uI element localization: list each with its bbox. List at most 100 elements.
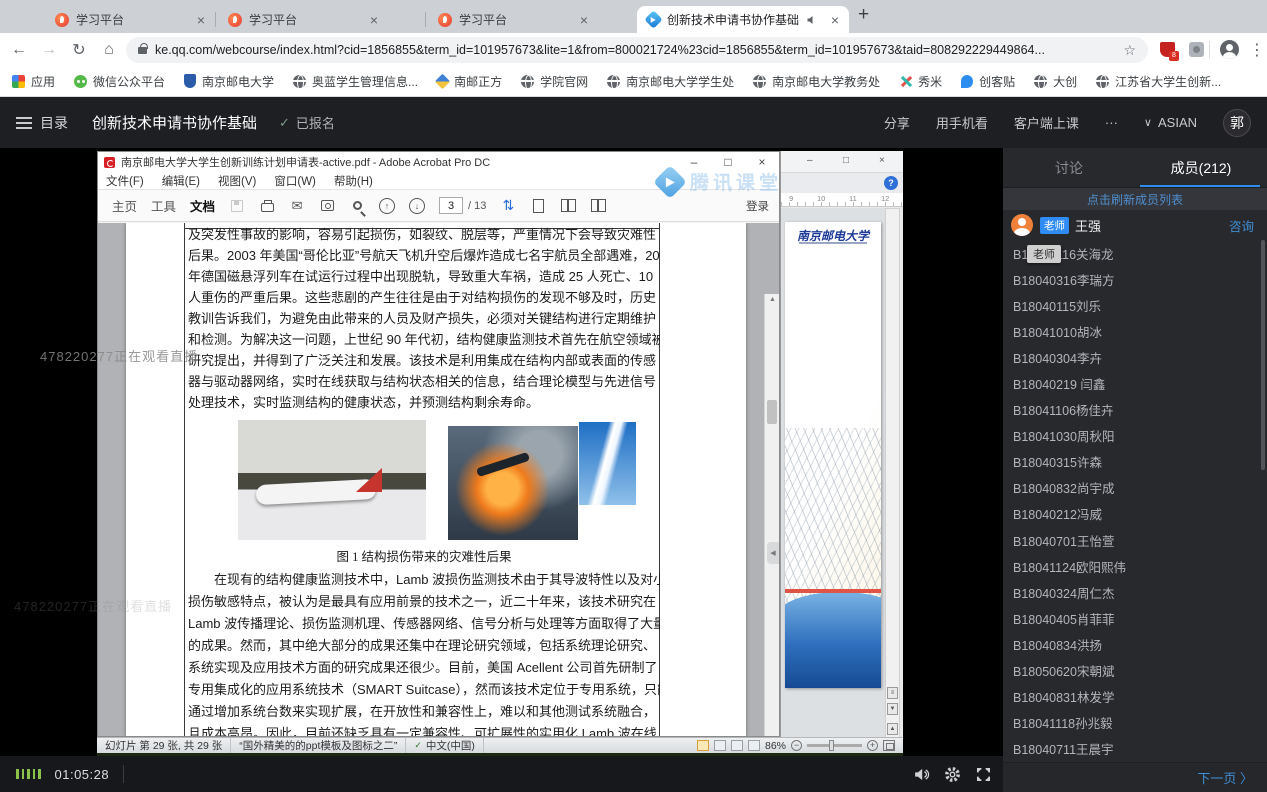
bookmark-jiangsu-innovation[interactable]: 江苏省大学生创新... <box>1096 73 1221 90</box>
bookmark-chuangketie[interactable]: 创客贴 <box>961 73 1015 90</box>
zoom-out-icon[interactable]: − <box>791 740 802 751</box>
slide-sorter-icon[interactable] <box>714 740 726 751</box>
next-page-icon[interactable]: ↓ <box>409 198 425 214</box>
refresh-members-button[interactable]: 点击刷新成员列表 <box>1003 188 1267 210</box>
user-menu[interactable]: ∨ ASIAN <box>1144 115 1197 130</box>
page-number-input[interactable]: 3 <box>439 197 463 214</box>
tab-close-icon[interactable]: × <box>197 13 205 27</box>
bookmark-zhengfang[interactable]: 南邮正方 <box>437 73 502 90</box>
settings-gear-icon[interactable] <box>941 763 963 785</box>
tab-close-icon[interactable]: × <box>580 13 588 27</box>
language-status[interactable]: ✓ 中文(中国) <box>406 738 484 753</box>
browser-tab-3[interactable]: 学习平台 × <box>428 6 598 33</box>
member-row[interactable]: B18041124欧阳熙伟 <box>1003 553 1267 579</box>
members-list[interactable]: 老师 王强 咨询 B18040116关海龙 老师 B18040316李瑞方 B1… <box>1003 210 1267 762</box>
watch-on-phone-button[interactable]: 用手机看 <box>936 113 988 132</box>
back-icon[interactable]: ← <box>4 41 34 59</box>
bookmark-student-office[interactable]: 南京邮电大学学生处 <box>607 73 734 90</box>
scroll-up-icon[interactable]: ▲ <box>765 296 779 303</box>
browser-tab-active[interactable]: 创新技术申请书协作基础 × <box>637 6 849 33</box>
member-row[interactable]: B18040834洪扬 <box>1003 631 1267 657</box>
pdf-document-area[interactable]: 及突发性事故的影响，容易引起损伤，如裂纹、脱层等，严重情况下会导致灾难性后果。2… <box>98 223 779 737</box>
bookmark-academic-office[interactable]: 南京邮电大学教务处 <box>753 73 880 90</box>
previous-slide-icon[interactable]: ▲ <box>887 723 898 735</box>
zoom-in-icon[interactable]: + <box>867 740 878 751</box>
snapshot-icon[interactable] <box>319 198 335 214</box>
scroll-tool-icon[interactable]: ⇅ <box>500 198 516 214</box>
tab-audio-icon[interactable] <box>806 14 818 26</box>
share-button[interactable]: 分享 <box>884 113 910 132</box>
zoom-level[interactable]: 86% <box>765 740 786 752</box>
bookmark-apps[interactable]: 应用 <box>12 73 55 90</box>
tab-tools[interactable]: 工具 <box>151 196 176 215</box>
fullscreen-icon[interactable] <box>972 763 994 785</box>
member-row[interactable]: B18041030周秋阳 <box>1003 423 1267 449</box>
zoom-slider[interactable] <box>807 744 862 747</box>
book-view-icon[interactable] <box>590 198 606 214</box>
home-icon[interactable]: ⌂ <box>94 41 124 59</box>
help-icon[interactable]: ? <box>884 176 898 190</box>
panel-collapse-arrow[interactable]: ◀ <box>767 542 779 564</box>
ppt-scroll-thumb[interactable]: ≡ <box>887 687 898 699</box>
save-icon[interactable] <box>229 198 245 214</box>
reload-icon[interactable]: ↻ <box>64 40 94 60</box>
single-page-icon[interactable] <box>530 198 546 214</box>
maximize-icon[interactable]: □ <box>843 155 849 166</box>
address-bar[interactable]: ke.qq.com/webcourse/index.html?cid=18568… <box>126 37 1148 63</box>
tab-discussion[interactable]: 讨论 <box>1003 148 1135 187</box>
member-row[interactable]: B18040115刘乐 <box>1003 292 1267 318</box>
user-avatar[interactable]: 郭 <box>1223 109 1251 137</box>
member-row[interactable]: B18040701王怡萱 <box>1003 527 1267 553</box>
bookmark-wechat[interactable]: 微信公众平台 <box>74 73 165 90</box>
next-page-link[interactable]: 下一页 〉 <box>1197 768 1253 787</box>
menu-file[interactable]: 文件(F) <box>106 173 144 189</box>
two-page-icon[interactable] <box>560 198 576 214</box>
tab-document[interactable]: 文档 <box>190 196 215 215</box>
member-row[interactable]: B18040316李瑞方 <box>1003 266 1267 292</box>
search-icon[interactable] <box>349 198 365 214</box>
print-icon[interactable] <box>259 198 275 214</box>
bookmark-college[interactable]: 学院官网 <box>521 73 588 90</box>
ppt-titlebar[interactable]: – □ × <box>781 151 903 173</box>
tab-members[interactable]: 成员(212) <box>1135 148 1267 187</box>
previous-page-icon[interactable]: ↑ <box>379 198 395 214</box>
minimize-icon[interactable]: – <box>677 155 711 169</box>
more-button[interactable]: ··· <box>1105 115 1118 130</box>
menu-icon[interactable] <box>16 117 32 129</box>
member-row[interactable]: B18040304李卉 <box>1003 344 1267 370</box>
member-row[interactable]: B18040212冯威 <box>1003 501 1267 527</box>
bookmark-njupt[interactable]: 南京邮电大学 <box>184 73 274 90</box>
tab-home[interactable]: 主页 <box>112 196 137 215</box>
member-row[interactable]: B18040831林发学 <box>1003 684 1267 710</box>
reading-view-icon[interactable] <box>731 740 743 751</box>
close-icon[interactable]: × <box>745 155 779 169</box>
menu-view[interactable]: 视图(V) <box>218 173 256 189</box>
new-tab-button[interactable]: + <box>858 4 869 26</box>
teacher-row[interactable]: 老师 王强 咨询 <box>1003 210 1267 240</box>
member-row[interactable]: B18040832尚宇成 <box>1003 475 1267 501</box>
menu-window[interactable]: 窗口(W) <box>274 173 316 189</box>
pdf-scrollbar[interactable]: ▲ ▼ <box>764 294 779 737</box>
member-row[interactable]: B18041010胡冰 <box>1003 318 1267 344</box>
slideshow-icon[interactable] <box>748 740 760 751</box>
zoom-slider-thumb[interactable] <box>829 740 834 751</box>
minimize-icon[interactable]: – <box>807 155 813 166</box>
sidebar-scroll-thumb[interactable] <box>1261 240 1265 470</box>
member-row[interactable]: B18040219 闫鑫 <box>1003 370 1267 396</box>
browser-tab-1[interactable]: 学习平台 × <box>45 6 215 33</box>
signin-link[interactable]: 登录 <box>746 198 769 214</box>
scroll-down-icon[interactable]: ▼ <box>887 703 898 715</box>
browser-profile-avatar[interactable] <box>1220 40 1239 59</box>
ppt-scrollbar[interactable]: ≡ ▼ ▲ ▼ <box>885 208 900 753</box>
tab-close-icon[interactable]: × <box>370 13 378 27</box>
url-text[interactable]: ke.qq.com/webcourse/index.html?cid=18568… <box>155 43 1045 57</box>
forward-icon[interactable]: → <box>34 41 64 59</box>
pdf-scroll-thumb[interactable] <box>767 400 777 424</box>
browser-menu-icon[interactable]: ⋮ <box>1242 40 1267 60</box>
live-video-area[interactable]: 南京邮电大学大学生创新训练计划申请表-active.pdf - Adobe Ac… <box>0 148 1003 756</box>
consult-link[interactable]: 咨询 <box>1229 216 1254 235</box>
member-row[interactable]: B18040405肖菲菲 <box>1003 605 1267 631</box>
tab-close-icon[interactable]: × <box>831 13 839 27</box>
member-row[interactable]: B18040711王晨宇 <box>1003 736 1267 762</box>
bookmark-xiumi[interactable]: 秀米 <box>899 73 942 90</box>
